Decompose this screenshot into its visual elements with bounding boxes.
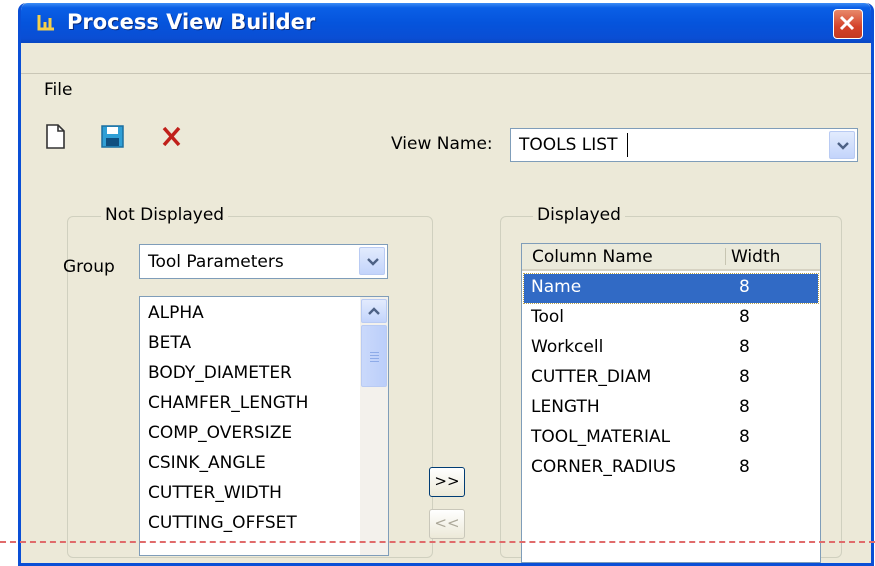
table-row[interactable]: Tool 8 [524, 304, 818, 333]
table-row[interactable]: LENGTH 8 [524, 394, 818, 423]
row-width: 8 [739, 277, 750, 297]
list-item[interactable]: BETA [148, 333, 191, 353]
row-width: 8 [739, 427, 750, 447]
table-row[interactable]: CORNER_RADIUS 8 [524, 454, 818, 483]
group-dropdown[interactable]: Tool Parameters [139, 244, 388, 279]
chevron-down-icon [367, 258, 379, 266]
grip-line [370, 361, 379, 362]
displayed-columns-list[interactable]: Column Name Width Name 8 Tool 8 Workcell… [521, 243, 821, 563]
row-name: CUTTER_DIAM [531, 367, 652, 387]
menu-file[interactable]: File [44, 80, 72, 100]
list-header: Column Name Width [522, 244, 820, 271]
row-name: Tool [531, 307, 565, 327]
row-name: CORNER_RADIUS [531, 457, 676, 477]
list-item[interactable]: BODY_DIAMETER [148, 363, 292, 383]
list-item[interactable]: CSINK_ANGLE [148, 453, 266, 473]
group-label: Group [63, 257, 115, 277]
row-name: Workcell [531, 337, 604, 357]
list-item[interactable]: ALPHA [148, 303, 204, 323]
close-icon [839, 15, 855, 31]
column-divider[interactable] [725, 248, 726, 265]
grip-line [370, 358, 379, 359]
text-cursor [627, 133, 628, 157]
row-width: 8 [739, 397, 750, 417]
red-x-icon[interactable] [159, 121, 185, 151]
table-row[interactable]: TOOL_MATERIAL 8 [524, 424, 818, 453]
list-item[interactable]: COMP_OVERSIZE [148, 423, 292, 443]
table-row[interactable]: Workcell 8 [524, 334, 818, 363]
not-displayed-title: Not Displayed [101, 205, 229, 225]
app-icon [37, 15, 54, 31]
menu-bar: File [21, 43, 871, 100]
list-item[interactable]: CHAMFER_LENGTH [148, 393, 308, 413]
row-width: 8 [739, 457, 750, 477]
close-button[interactable] [833, 9, 863, 39]
table-row[interactable]: CUTTER_DIAM 8 [524, 364, 818, 393]
displayed-title: Displayed [533, 205, 625, 225]
chevron-down-icon [837, 142, 849, 150]
window-title: Process View Builder [67, 10, 316, 34]
table-row[interactable]: Name 8 [523, 273, 819, 304]
view-name-value[interactable]: TOOLS LIST [519, 135, 617, 155]
floppy-disk-icon[interactable] [99, 121, 125, 151]
torn-edge-line [0, 541, 875, 543]
column-header-width[interactable]: Width [731, 247, 780, 267]
remove-column-button[interactable]: << [429, 509, 465, 539]
scroll-up-button[interactable] [361, 299, 387, 323]
group-dropdown-button[interactable] [359, 247, 385, 275]
not-displayed-listbox[interactable]: ALPHA BETA BODY_DIAMETER CHAMFER_LENGTH … [139, 296, 389, 556]
grip-line [370, 352, 379, 353]
group-dropdown-value: Tool Parameters [148, 252, 284, 272]
view-name-dropdown-button[interactable] [829, 131, 855, 159]
list-item[interactable]: CUTTING_OFFSET [148, 513, 297, 533]
row-width: 8 [739, 337, 750, 357]
list-item[interactable]: CUTTER_WIDTH [148, 483, 282, 503]
row-name: TOOL_MATERIAL [531, 427, 671, 447]
row-name: LENGTH [531, 397, 600, 417]
row-width: 8 [739, 367, 750, 387]
row-name: Name [531, 277, 582, 297]
title-bar[interactable]: Process View Builder [21, 3, 871, 43]
row-width: 8 [739, 307, 750, 327]
vertical-scrollbar[interactable] [360, 297, 388, 555]
grip-line [370, 355, 379, 356]
column-header-name[interactable]: Column Name [532, 247, 653, 267]
chevron-up-icon [368, 307, 380, 315]
new-document-icon[interactable] [43, 121, 69, 151]
view-name-combobox[interactable]: TOOLS LIST [510, 128, 858, 162]
view-name-label: View Name: [391, 134, 493, 154]
add-column-button[interactable]: >> [429, 467, 465, 497]
scroll-thumb[interactable] [361, 325, 387, 387]
